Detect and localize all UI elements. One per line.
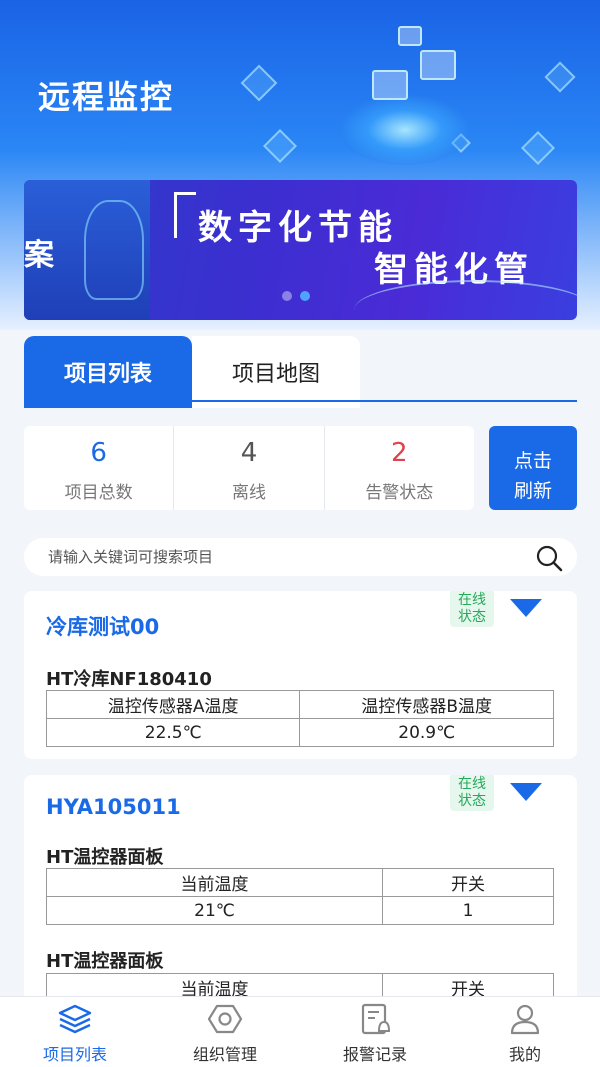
user-icon bbox=[510, 1004, 540, 1035]
table-header-row: 当前温度 开关 bbox=[46, 868, 554, 897]
nav-item-mine[interactable]: 我的 bbox=[450, 997, 600, 1067]
table-header-cell: 温控传感器A温度 bbox=[45, 690, 301, 719]
bracket-decoration bbox=[174, 192, 196, 238]
nav-item-project-list[interactable]: 项目列表 bbox=[0, 997, 150, 1067]
table-header-cell: 开关 bbox=[382, 868, 554, 897]
project-name[interactable]: 冷库测试00 bbox=[46, 611, 159, 641]
tab-project-map[interactable]: 项目地图 bbox=[192, 336, 360, 408]
project-stats: 6 项目总数 4 离线 2 告警状态 bbox=[24, 426, 474, 510]
decoration-screen bbox=[398, 26, 422, 46]
stat-alarm-value: 2 bbox=[391, 438, 408, 468]
stat-total: 6 项目总数 bbox=[24, 426, 175, 510]
status-badge-line-1: 在线 bbox=[458, 592, 486, 608]
view-tabs: 项目列表 项目地图 bbox=[24, 336, 577, 408]
stat-alarm: 2 告警状态 bbox=[325, 426, 474, 510]
search-bar bbox=[24, 538, 577, 576]
nav-item-alarm-records[interactable]: 报警记录 bbox=[300, 997, 450, 1067]
table-value-row: 21℃ 1 bbox=[46, 896, 554, 925]
status-badge: 在线 状态 bbox=[450, 591, 494, 627]
table-value-row: 22.5℃ 20.9℃ bbox=[45, 718, 554, 747]
banner-headline-1: 数字化节能 bbox=[198, 208, 398, 248]
project-card[interactable]: 冷库测试00 在线 状态 HT冷库NF180410 温控传感器A温度 温控传感器… bbox=[24, 591, 577, 759]
carousel-indicator bbox=[282, 291, 310, 301]
banner-left-panel: 案 bbox=[24, 180, 150, 320]
tab-project-list[interactable]: 项目列表 bbox=[24, 336, 192, 408]
table-value-cell: 20.9℃ bbox=[299, 718, 554, 747]
table-header-cell: 当前温度 bbox=[46, 868, 383, 897]
stat-offline-value: 4 bbox=[240, 438, 258, 468]
status-badge-line-1: 在线 bbox=[458, 776, 486, 792]
tab-underline bbox=[192, 400, 577, 402]
device-data-table: 温控传感器A温度 温控传感器B温度 22.5℃ 20.9℃ bbox=[45, 690, 554, 747]
device-name: HT温控器面板 bbox=[46, 847, 164, 868]
carousel-dot[interactable] bbox=[282, 291, 292, 301]
decoration-cube bbox=[544, 61, 576, 93]
decoration-cube bbox=[240, 64, 278, 102]
nav-label: 项目列表 bbox=[42, 1045, 107, 1064]
nav-label: 组织管理 bbox=[192, 1045, 257, 1064]
status-badge: 在线 状态 bbox=[450, 775, 494, 811]
project-name[interactable]: HYA105011 bbox=[46, 795, 181, 819]
stat-total-value: 6 bbox=[90, 438, 107, 468]
status-badge-line-2: 状态 bbox=[458, 793, 486, 809]
search-icon[interactable] bbox=[535, 544, 563, 572]
alarm-record-icon bbox=[361, 1003, 391, 1035]
stat-offline: 4 离线 bbox=[174, 426, 325, 510]
table-header-cell: 温控传感器B温度 bbox=[299, 690, 554, 719]
page-title: 远程监控 bbox=[38, 78, 175, 116]
decoration-cube bbox=[521, 131, 555, 165]
search-input[interactable] bbox=[48, 548, 518, 566]
expand-triangle-icon[interactable] bbox=[510, 599, 542, 617]
status-badge-line-2: 状态 bbox=[458, 609, 486, 625]
project-card[interactable]: HYA105011 在线 状态 HT温控器面板 当前温度 开关 21℃ 1 HT… bbox=[24, 775, 577, 1015]
device-name: HT温控器面板 bbox=[46, 951, 164, 972]
expand-triangle-icon[interactable] bbox=[510, 783, 542, 801]
ai-head-graphic bbox=[84, 200, 144, 300]
stat-alarm-label: 告警状态 bbox=[365, 483, 434, 503]
decoration-cube bbox=[263, 129, 297, 163]
nav-label: 我的 bbox=[508, 1045, 541, 1064]
refresh-label-2: 刷新 bbox=[513, 480, 552, 502]
hexagon-nut-icon bbox=[207, 1004, 243, 1034]
table-header-row: 温控传感器A温度 温控传感器B温度 bbox=[45, 690, 554, 719]
table-value-cell: 1 bbox=[382, 896, 554, 925]
bottom-navigation: 项目列表 组织管理 报警记录 我的 bbox=[0, 996, 600, 1067]
device-name: HT冷库NF180410 bbox=[46, 669, 212, 690]
refresh-button[interactable]: 点击 刷新 bbox=[489, 426, 577, 510]
decoration-screen bbox=[420, 50, 456, 80]
nav-label: 报警记录 bbox=[342, 1045, 407, 1064]
table-value-cell: 22.5℃ bbox=[45, 718, 301, 747]
decoration-screen bbox=[372, 70, 408, 100]
refresh-label-1: 点击 bbox=[513, 450, 552, 472]
carousel-dot-active[interactable] bbox=[300, 291, 310, 301]
layers-icon bbox=[58, 1004, 92, 1034]
table-value-cell: 21℃ bbox=[46, 896, 383, 925]
decoration-platform bbox=[340, 95, 470, 165]
device-data-table: 当前温度 开关 21℃ 1 bbox=[46, 868, 554, 925]
stat-offline-label: 离线 bbox=[231, 483, 266, 503]
nav-item-org-management[interactable]: 组织管理 bbox=[150, 997, 300, 1067]
stat-total-label: 项目总数 bbox=[64, 483, 133, 503]
banner-left-text: 案 bbox=[24, 238, 54, 273]
